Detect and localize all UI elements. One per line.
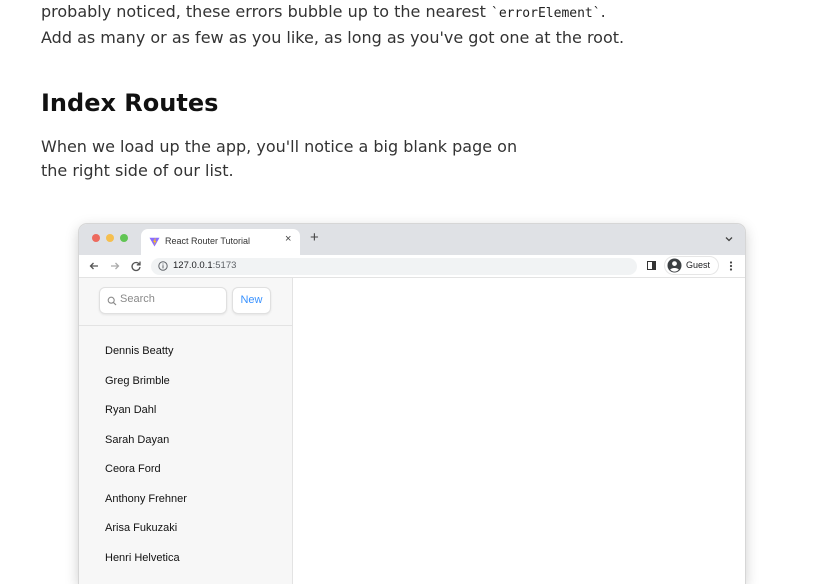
contacts-sidebar: New Dennis Beatty Greg Brimble Ryan Dahl… bbox=[79, 278, 293, 584]
detail-pane bbox=[293, 278, 745, 584]
close-window-dot[interactable] bbox=[92, 234, 100, 242]
vite-logo-icon bbox=[149, 237, 160, 247]
section-heading: Index Routes bbox=[41, 89, 219, 117]
contact-item[interactable]: Ryan Dahl bbox=[105, 404, 187, 434]
contact-item[interactable]: Arisa Fukuzaki bbox=[105, 522, 187, 552]
profile-chip[interactable]: Guest bbox=[665, 257, 718, 274]
address-bar[interactable]: 127.0.0.1:5173 bbox=[151, 258, 637, 275]
inline-code: `errorElement` bbox=[491, 6, 601, 21]
browser-screenshot: React Router Tutorial × + 127.0.0.1:5173 bbox=[79, 224, 745, 584]
browser-titlebar: React Router Tutorial × + bbox=[79, 224, 745, 255]
avatar-icon bbox=[667, 258, 682, 273]
new-contact-button[interactable]: New bbox=[232, 287, 271, 314]
para1-line2: Add as many or as few as you like, as lo… bbox=[41, 28, 625, 47]
info-icon[interactable] bbox=[158, 261, 168, 271]
close-tab-icon[interactable]: × bbox=[285, 233, 291, 245]
browser-tab[interactable]: React Router Tutorial × bbox=[141, 229, 300, 255]
search-icon bbox=[107, 296, 117, 306]
url-port: :5173 bbox=[212, 260, 237, 271]
search-box[interactable] bbox=[99, 287, 227, 314]
para1-punct: . bbox=[600, 2, 606, 21]
para1-text: probably noticed, these errors bubble up… bbox=[41, 2, 491, 21]
intro-paragraph: probably noticed, these errors bubble up… bbox=[41, 0, 624, 50]
sidebar-divider bbox=[79, 325, 292, 326]
contact-item[interactable]: Greg Brimble bbox=[105, 375, 187, 405]
reload-icon[interactable] bbox=[129, 259, 143, 273]
minimize-window-dot[interactable] bbox=[106, 234, 114, 242]
contact-item[interactable]: Sarah Dayan bbox=[105, 434, 187, 464]
new-tab-icon[interactable]: + bbox=[310, 230, 319, 246]
profile-label: Guest bbox=[686, 260, 711, 270]
forward-arrow-icon[interactable] bbox=[108, 259, 122, 273]
search-input[interactable] bbox=[120, 293, 220, 305]
side-panel-icon[interactable] bbox=[647, 261, 656, 270]
contact-list: Dennis Beatty Greg Brimble Ryan Dahl Sar… bbox=[105, 345, 187, 581]
contact-item[interactable]: Ceora Ford bbox=[105, 463, 187, 493]
contact-item[interactable]: Dennis Beatty bbox=[105, 345, 187, 375]
body-paragraph: When we load up the app, you'll notice a… bbox=[41, 137, 518, 180]
contact-item[interactable]: Anthony Frehner bbox=[105, 493, 187, 523]
browser-toolbar: 127.0.0.1:5173 Guest bbox=[79, 255, 745, 278]
kebab-menu-icon[interactable] bbox=[725, 260, 737, 272]
url-text: 127.0.0.1:5173 bbox=[173, 260, 236, 271]
tab-title: React Router Tutorial bbox=[165, 236, 251, 246]
contact-item[interactable]: Henri Helvetica bbox=[105, 552, 187, 582]
maximize-window-dot[interactable] bbox=[120, 234, 128, 242]
chevron-down-icon[interactable] bbox=[723, 233, 735, 245]
back-arrow-icon[interactable] bbox=[87, 259, 101, 273]
url-host: 127.0.0.1 bbox=[173, 260, 213, 271]
